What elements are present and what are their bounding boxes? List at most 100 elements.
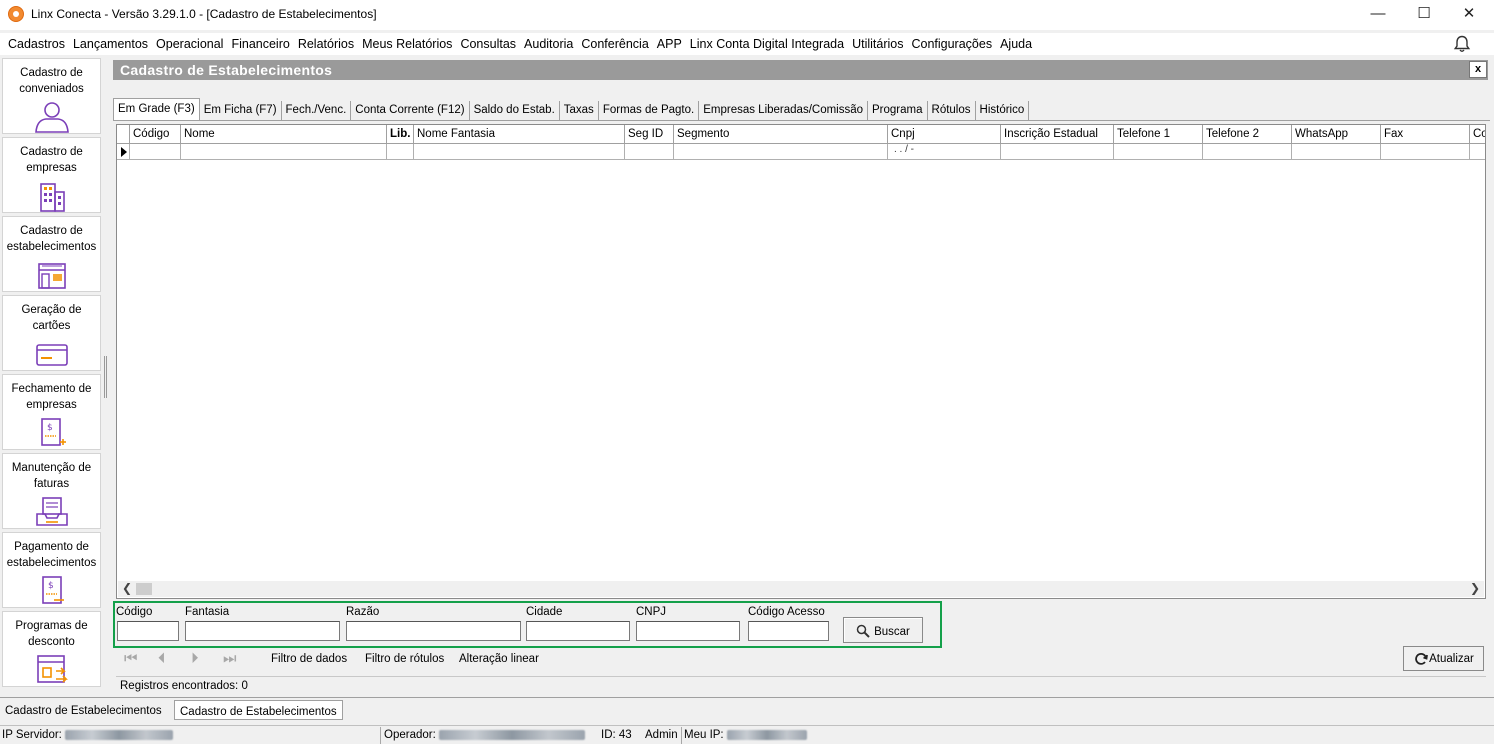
scroll-right-icon[interactable]: ❯ xyxy=(1470,581,1480,595)
menu-app[interactable]: APP xyxy=(653,33,686,55)
status-bar: IP Servidor: Operador: ID: 43 Admin Meu … xyxy=(0,725,1494,744)
column-header-telefone-2[interactable]: Telefone 2 xyxy=(1202,125,1292,144)
panel-close-button[interactable]: x xyxy=(1469,61,1487,78)
menu-utilitarios[interactable]: Utilitários xyxy=(848,33,907,55)
discount-program-icon xyxy=(36,655,68,683)
data-grid[interactable]: Código Nome Lib. Nome Fantasia Seg ID Se… xyxy=(116,124,1486,599)
previous-record-icon[interactable]: ⏴ xyxy=(158,650,166,667)
next-record-icon[interactable]: ⏵ xyxy=(191,650,199,667)
filtro-rotulos-link[interactable]: Filtro de rótulos xyxy=(365,653,444,665)
razao-input[interactable] xyxy=(346,621,521,641)
column-header-seg-id[interactable]: Seg ID xyxy=(624,125,674,144)
app-logo-icon xyxy=(8,6,24,22)
grid-cell[interactable] xyxy=(1000,144,1114,160)
ip-servidor-value-redacted xyxy=(65,729,174,740)
menu-ajuda[interactable]: Ajuda xyxy=(996,33,1036,55)
last-record-icon[interactable]: ⏭ xyxy=(223,650,237,667)
tab-rotulos[interactable]: Rótulos xyxy=(928,101,976,121)
column-header-nome-fantasia[interactable]: Nome Fantasia xyxy=(413,125,625,144)
grid-cell[interactable] xyxy=(624,144,674,160)
scroll-left-icon[interactable]: ❮ xyxy=(122,581,132,595)
atualizar-button[interactable]: Atualizar xyxy=(1403,646,1484,671)
maximize-button[interactable]: ☐ xyxy=(1401,0,1447,28)
grid-cell[interactable] xyxy=(1469,144,1485,160)
grid-cell[interactable] xyxy=(386,144,414,160)
column-header-fax[interactable]: Fax xyxy=(1380,125,1470,144)
menu-conferencia[interactable]: Conferência xyxy=(577,33,652,55)
sidebar-splitter[interactable] xyxy=(104,356,107,398)
sidebar-item-empresas[interactable]: Cadastro de empresas xyxy=(2,137,101,213)
scrollbar-thumb[interactable] xyxy=(136,583,152,595)
fantasia-input[interactable] xyxy=(185,621,340,641)
grid-cell[interactable] xyxy=(1291,144,1381,160)
column-header-cnpj[interactable]: Cnpj xyxy=(887,125,1001,144)
menu-meus-relatorios[interactable]: Meus Relatórios xyxy=(358,33,456,55)
buscar-button[interactable]: Buscar xyxy=(843,617,923,643)
first-record-icon[interactable]: ⏮ xyxy=(124,650,138,667)
codigo-acesso-input[interactable] xyxy=(748,621,829,641)
tab-taxas[interactable]: Taxas xyxy=(560,101,599,121)
sidebar-item-programas[interactable]: Programas de desconto xyxy=(2,611,101,687)
sidebar-item-faturas[interactable]: Manutenção de faturas xyxy=(2,453,101,529)
tab-fech-venc[interactable]: Fech./Venc. xyxy=(282,101,352,121)
menu-linx-conta-digital[interactable]: Linx Conta Digital Integrada xyxy=(686,33,848,55)
column-header-inscricao-estadual[interactable]: Inscrição Estadual xyxy=(1000,125,1114,144)
bell-icon[interactable] xyxy=(1452,34,1472,54)
column-header-segmento[interactable]: Segmento xyxy=(673,125,888,144)
column-header-co[interactable]: Co xyxy=(1469,125,1485,144)
column-header-codigo[interactable]: Código xyxy=(129,125,181,144)
tab-empresas-liberadas[interactable]: Empresas Liberadas/Comissão xyxy=(699,101,869,121)
refresh-icon xyxy=(1415,653,1428,665)
menu-lancamentos[interactable]: Lançamentos xyxy=(69,33,152,55)
window-tab[interactable]: Cadastro de Estabelecimentos xyxy=(0,700,167,720)
tab-historico[interactable]: Histórico xyxy=(976,101,1030,121)
operador-value-redacted xyxy=(438,729,585,740)
close-button[interactable]: ✕ xyxy=(1446,0,1492,28)
menu-operacional[interactable]: Operacional xyxy=(152,33,227,55)
menu-auditoria[interactable]: Auditoria xyxy=(520,33,577,55)
column-header-nome[interactable]: Nome xyxy=(180,125,387,144)
sidebar-item-estabelecimentos[interactable]: Cadastro de estabelecimentos xyxy=(2,216,101,292)
tab-conta-corrente[interactable]: Conta Corrente (F12) xyxy=(351,101,470,121)
menu-consultas[interactable]: Consultas xyxy=(456,33,520,55)
filtro-dados-link[interactable]: Filtro de dados xyxy=(271,653,347,665)
grid-cell[interactable] xyxy=(673,144,888,160)
menu-configuracoes[interactable]: Configurações xyxy=(907,33,996,55)
column-header-telefone-1[interactable]: Telefone 1 xyxy=(1113,125,1203,144)
window-tab-active[interactable]: Cadastro de Estabelecimentos xyxy=(174,700,343,720)
alteracao-linear-link[interactable]: Alteração linear xyxy=(459,653,539,665)
grid-cell[interactable] xyxy=(180,144,387,160)
codigo-input[interactable] xyxy=(117,621,179,641)
table-row[interactable]: . . / - xyxy=(117,144,1485,160)
sidebar-item-label: Fechamento de empresas xyxy=(11,383,92,411)
horizontal-scrollbar[interactable]: ❮ ❯ xyxy=(118,581,1484,597)
sidebar-item-conveniados[interactable]: Cadastro de conveniados xyxy=(2,58,101,134)
invoice-add-icon: $ xyxy=(40,418,66,446)
sidebar-item-cartoes[interactable]: Geração de cartões xyxy=(2,295,101,371)
column-header-lib[interactable]: Lib. xyxy=(386,125,414,144)
status-separator xyxy=(380,727,381,744)
grid-cell[interactable] xyxy=(1380,144,1470,160)
grid-cell[interactable] xyxy=(1113,144,1203,160)
cnpj-input[interactable] xyxy=(636,621,740,641)
tab-saldo-estab[interactable]: Saldo do Estab. xyxy=(470,101,560,121)
tab-em-grade[interactable]: Em Grade (F3) xyxy=(113,98,200,120)
column-header-whatsapp[interactable]: WhatsApp xyxy=(1291,125,1381,144)
menu-cadastros[interactable]: Cadastros xyxy=(4,33,69,55)
grid-cell[interactable] xyxy=(1202,144,1292,160)
grid-cell[interactable] xyxy=(129,144,181,160)
meu-ip-label: Meu IP: xyxy=(684,729,724,741)
grid-cell[interactable] xyxy=(413,144,625,160)
tab-formas-pagto[interactable]: Formas de Pagto. xyxy=(599,101,700,121)
menu-relatorios[interactable]: Relatórios xyxy=(294,33,358,55)
grid-cell-cnpj[interactable]: . . / - xyxy=(887,144,1001,160)
sidebar-item-pagamento[interactable]: Pagamento de estabelecimentos $ xyxy=(2,532,101,608)
sidebar-item-label: Cadastro de conveniados xyxy=(19,67,84,95)
tab-programa[interactable]: Programa xyxy=(868,101,928,121)
sidebar-item-fechamento[interactable]: Fechamento de empresas $ xyxy=(2,374,101,450)
meu-ip-value-redacted xyxy=(726,729,807,740)
tab-em-ficha[interactable]: Em Ficha (F7) xyxy=(200,101,282,121)
minimize-button[interactable]: — xyxy=(1355,0,1401,28)
cidade-input[interactable] xyxy=(526,621,630,641)
menu-financeiro[interactable]: Financeiro xyxy=(227,33,293,55)
